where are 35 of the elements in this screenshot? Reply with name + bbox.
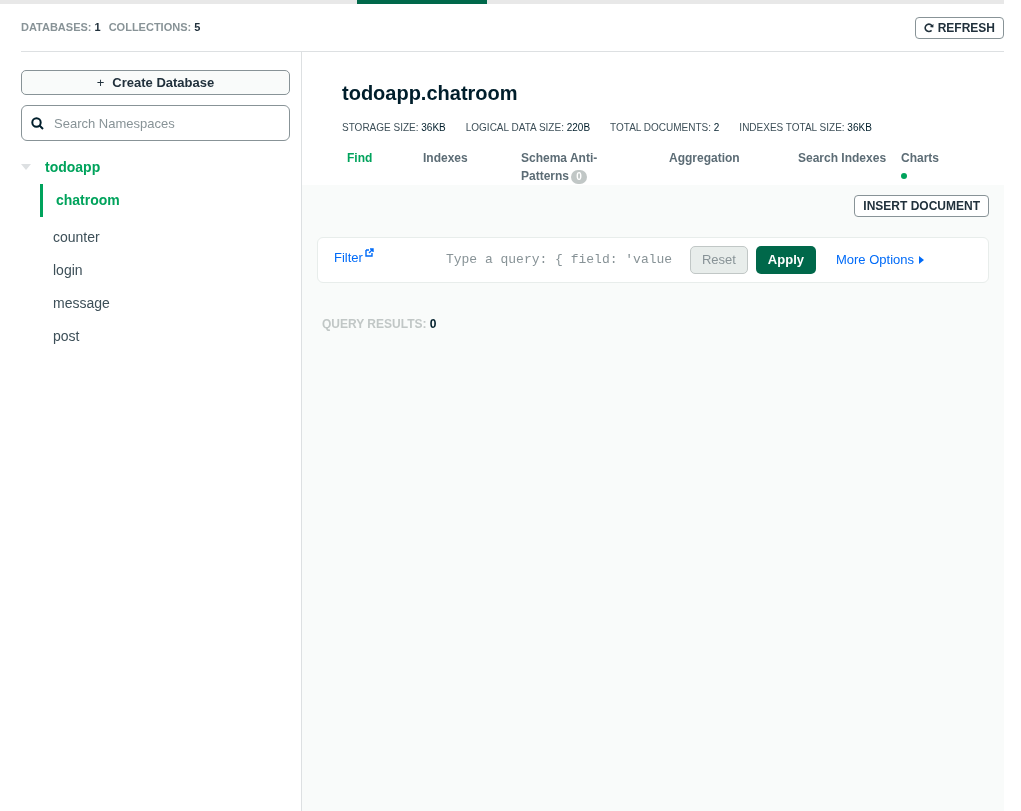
collection-title: todoapp.chatroom [342,81,519,106]
apply-button[interactable]: Apply [755,246,816,274]
collection-item[interactable]: counter [40,221,290,254]
query-input[interactable]: Type a query: { field: 'value [445,250,682,270]
query-results-count: QUERY RESULTS: 0 [322,317,437,331]
caret-icon [919,256,925,264]
tab[interactable]: Schema Anti-Patterns 0 [521,149,613,185]
insert-document-button[interactable]: INSERT DOCUMENT [854,195,989,217]
refresh-icon [923,22,934,33]
summary-count: COLLECTIONS: 5 [108,20,201,36]
tab[interactable]: Charts [901,149,939,167]
plus-icon: + [96,72,105,93]
caret-icon[interactable] [21,164,31,170]
stat-text: INDEXES TOTAL SIZE: 36KB [739,121,872,135]
refresh-button[interactable]: REFRESH [914,16,1004,39]
tab[interactable]: Aggregation [669,149,740,167]
summary-count: DATABASES: 1 [21,20,101,36]
tab[interactable]: Search Indexes [798,149,887,167]
tab[interactable]: Indexes [423,149,468,167]
collection-item[interactable]: chatroom [40,184,290,217]
create-database-button[interactable]: + Create Database [21,70,290,95]
stat-text: STORAGE SIZE: 36KB [342,121,446,135]
collection-item[interactable]: post [40,320,290,353]
tab[interactable]: Find [347,149,373,167]
stat-text: LOGICAL DATA SIZE: 220B [465,121,591,135]
external-link-icon [364,248,374,257]
database-item[interactable]: todoapp [45,156,101,178]
collection-item[interactable]: message [40,287,290,320]
filter-link[interactable]: Filter [334,248,374,268]
collection-item[interactable]: login [40,254,290,287]
stat-text: TOTAL DOCUMENTS: 2 [610,121,720,135]
more-options-button[interactable]: More Options [836,250,925,270]
search-field[interactable]: Search Namespaces [21,105,290,141]
search-icon [31,117,44,130]
count-badge: 0 [571,170,588,184]
